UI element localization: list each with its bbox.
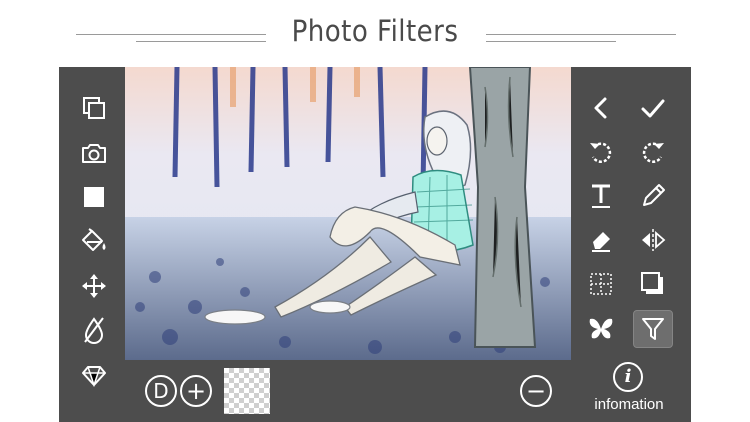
zoom-out-button[interactable]: − <box>520 375 552 407</box>
text-icon[interactable] <box>581 178 621 214</box>
header-divider-left-2 <box>136 41 266 42</box>
opacity-icon[interactable] <box>74 312 114 348</box>
header-divider-right <box>486 34 676 35</box>
default-d-button[interactable]: D <box>145 375 177 407</box>
grid-icon[interactable] <box>581 266 621 302</box>
info-icon[interactable]: i <box>613 362 643 392</box>
move-icon[interactable] <box>74 268 114 304</box>
color-square-icon[interactable] <box>74 179 114 215</box>
pencil-icon[interactable] <box>633 178 673 214</box>
info-symbol: i <box>624 366 632 387</box>
flip-icon[interactable] <box>633 222 673 258</box>
filtered-photo[interactable] <box>125 67 571 360</box>
eraser-icon[interactable] <box>581 222 621 258</box>
confirm-check-icon[interactable] <box>633 90 673 126</box>
layers-icon[interactable] <box>74 90 114 126</box>
header-divider-right-2 <box>486 41 616 42</box>
zoom-in-button[interactable]: + <box>180 375 212 407</box>
back-icon[interactable] <box>581 90 621 126</box>
info-label[interactable]: infomation <box>586 396 672 413</box>
diamond-icon[interactable] <box>74 358 114 394</box>
camera-icon[interactable] <box>74 135 114 171</box>
shadow-icon[interactable] <box>633 266 673 302</box>
header: Photo Filters <box>0 0 750 68</box>
header-divider-left <box>76 34 266 35</box>
redo-icon[interactable] <box>633 134 673 170</box>
transparency-swatch[interactable] <box>224 368 270 414</box>
page-title: Photo Filters <box>291 14 459 48</box>
butterfly-icon[interactable] <box>581 311 621 347</box>
filter-icon[interactable] <box>633 311 673 347</box>
left-toolbar <box>59 67 125 360</box>
fill-bucket-icon[interactable] <box>74 223 114 259</box>
undo-icon[interactable] <box>581 134 621 170</box>
